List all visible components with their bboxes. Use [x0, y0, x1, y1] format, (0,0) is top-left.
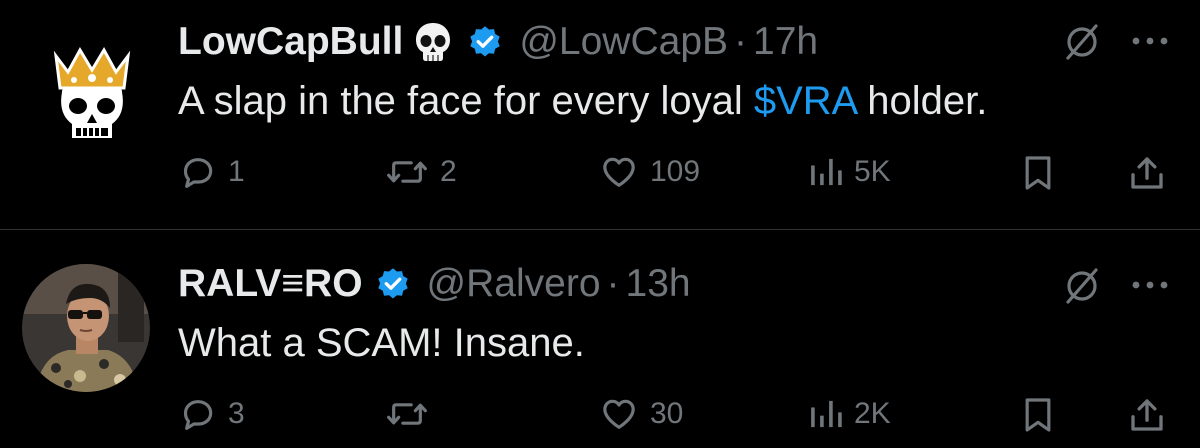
verified-badge-icon[interactable]: [375, 266, 411, 302]
tweet-header: LowCapBull @LowCapB · 17h: [178, 18, 818, 66]
like-count: 109: [650, 155, 701, 188]
tweet-header: RALV≡RO @Ralvero · 13h: [178, 260, 691, 308]
reply-button[interactable]: 3: [178, 394, 245, 434]
tweet-text-end: holder.: [856, 79, 988, 123]
cashtag-link[interactable]: $VRA: [754, 79, 856, 123]
like-button[interactable]: 30: [598, 394, 683, 434]
repost-icon: [387, 161, 427, 183]
crowned-skull-image: [53, 46, 131, 138]
share-button[interactable]: [1126, 152, 1168, 194]
analytics-icon: [811, 400, 842, 428]
crowned-skull-avatar[interactable]: [28, 28, 156, 156]
grok-icon[interactable]: [1060, 20, 1104, 64]
user-handle[interactable]: @Ralvero: [427, 260, 601, 308]
like-button[interactable]: 109: [598, 152, 700, 192]
repost-button[interactable]: [384, 394, 440, 434]
separator-dot: ·: [606, 262, 620, 305]
user-handle[interactable]: @LowCapB: [519, 18, 728, 66]
share-icon: [1131, 399, 1163, 431]
profile-photo-avatar[interactable]: [22, 264, 150, 392]
more-options-icon[interactable]: [1128, 31, 1172, 51]
repost-button[interactable]: 2: [384, 152, 457, 192]
repost-count: 2: [440, 155, 457, 188]
analytics-icon: [811, 158, 842, 186]
like-count: 30: [650, 397, 684, 430]
share-icon: [1131, 157, 1163, 189]
tweet[interactable]: RALV≡RO @Ralvero · 13h What a SCAM! Insa…: [0, 230, 1200, 448]
view-count: 2K: [854, 397, 891, 430]
grok-icon[interactable]: [1060, 264, 1104, 308]
heart-icon: [603, 399, 635, 429]
display-name[interactable]: RALV≡RO: [178, 260, 363, 308]
tweet[interactable]: LowCapBull @LowCapB · 17h A slap in the …: [0, 0, 1200, 229]
reply-button[interactable]: 1: [178, 152, 245, 192]
repost-icon: [387, 403, 427, 425]
timestamp[interactable]: 13h: [626, 260, 691, 308]
skull-icon: [416, 23, 451, 61]
heart-icon: [603, 157, 635, 187]
share-button[interactable]: [1126, 394, 1168, 436]
tweet-text-start: A slap in the face for every loyal: [178, 79, 754, 123]
views-button[interactable]: 5K: [808, 152, 891, 192]
bookmark-icon: [1025, 398, 1051, 432]
display-name[interactable]: LowCapBull: [178, 18, 403, 66]
reply-icon: [183, 158, 213, 188]
timestamp[interactable]: 17h: [753, 18, 818, 66]
reply-count: 3: [228, 397, 245, 430]
view-count: 5K: [854, 155, 891, 188]
reply-icon: [183, 400, 213, 430]
tweet-text: A slap in the face for every loyal $VRA …: [178, 76, 987, 126]
bookmark-button[interactable]: [1018, 152, 1058, 194]
bookmark-button[interactable]: [1018, 394, 1058, 436]
bookmark-icon: [1025, 156, 1051, 190]
verified-badge-icon[interactable]: [467, 24, 503, 60]
separator-dot: ·: [734, 20, 748, 63]
views-button[interactable]: 2K: [808, 394, 891, 434]
more-options-icon[interactable]: [1128, 275, 1172, 295]
profile-photo-image: [22, 264, 150, 392]
reply-count: 1: [228, 155, 245, 188]
tweet-text: What a SCAM! Insane.: [178, 321, 585, 365]
